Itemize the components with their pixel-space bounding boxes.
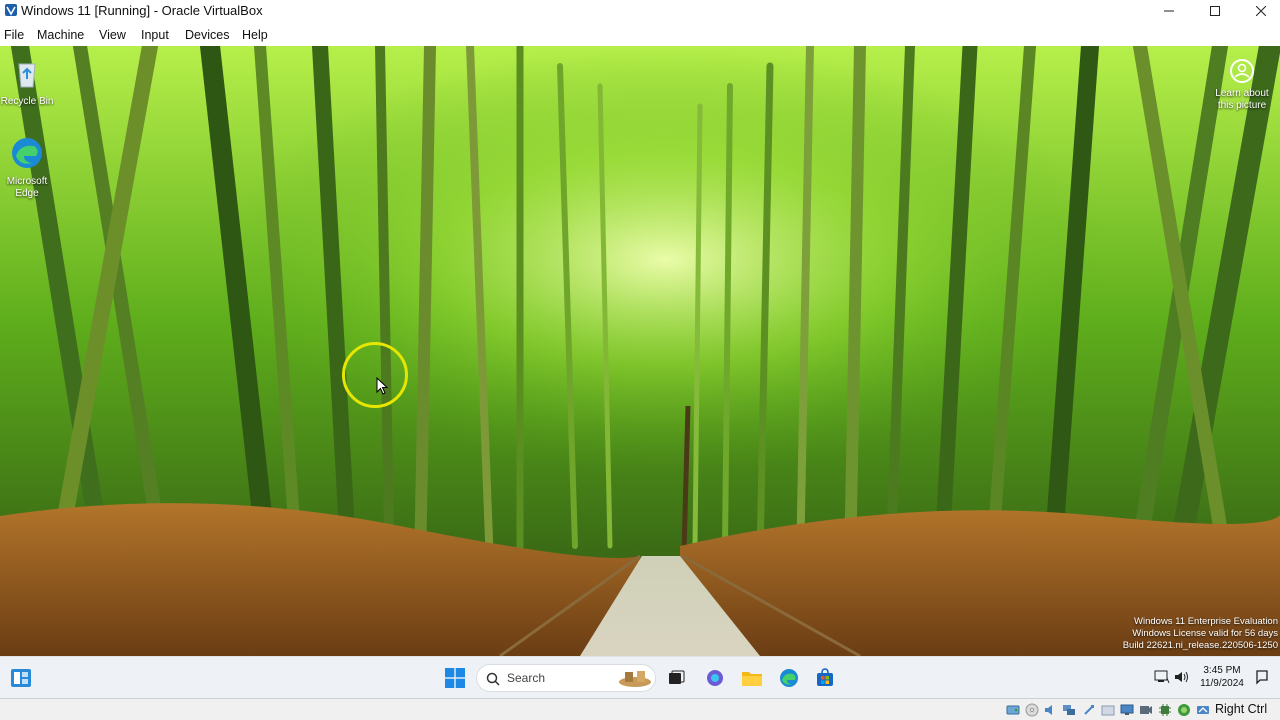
recycle-bin-icon — [18, 63, 36, 88]
vm-status-bar: Right Ctrl — [0, 698, 1280, 720]
window-titlebar: Windows 11 [Running] - Oracle VirtualBox — [0, 0, 1280, 22]
optical-drive-icon[interactable] — [1025, 703, 1039, 717]
menu-devices[interactable]: Devices — [185, 28, 229, 42]
task-view-button[interactable] — [664, 666, 688, 690]
clock-date: 11/9/2024 — [1200, 678, 1244, 689]
cursor-highlight — [342, 342, 408, 408]
menu-bar: File Machine View Input Devices Help — [0, 24, 1280, 46]
edge-icon — [12, 138, 42, 168]
learn-label: Learn about this picture — [1215, 88, 1269, 111]
volume-tray-icon[interactable] — [1174, 670, 1190, 684]
menu-view[interactable]: View — [99, 28, 126, 42]
guest-desktop[interactable]: Recycle Bin Microsoft Edge Learn about t… — [0, 46, 1280, 656]
watermark-line: Windows 11 Enterprise Evaluation — [1134, 616, 1278, 627]
copilot-button[interactable] — [703, 666, 727, 690]
watermark-line: Windows License valid for 56 days — [1132, 628, 1278, 639]
widgets-icon — [11, 669, 31, 687]
menu-input[interactable]: Input — [141, 28, 169, 42]
minimize-icon — [1164, 10, 1174, 12]
desktop-icon-label: Recycle Bin — [0, 96, 54, 107]
window-title: Windows 11 [Running] - Oracle VirtualBox — [21, 3, 263, 18]
start-button[interactable] — [443, 666, 467, 690]
watermark-line: Build 22621.ni_release.220506-1250 — [1122, 640, 1278, 651]
desktop-wallpaper — [0, 46, 1280, 656]
learn-about-picture[interactable]: Learn about this picture — [1210, 58, 1274, 112]
copilot-icon — [707, 670, 723, 686]
taskbar-search[interactable]: Search — [476, 664, 656, 692]
shared-folder-icon[interactable] — [1101, 703, 1115, 717]
recording-icon[interactable] — [1139, 703, 1153, 717]
mouse-pointer-icon — [376, 377, 388, 395]
clock-time: 3:45 PM — [1203, 665, 1241, 676]
camera-info-icon — [1230, 59, 1254, 83]
maximize-icon — [1210, 6, 1220, 16]
cpu-icon[interactable] — [1158, 703, 1172, 717]
minimize-button[interactable] — [1146, 0, 1192, 22]
network-icon[interactable] — [1062, 703, 1076, 717]
edge-taskbar-button[interactable] — [777, 666, 801, 690]
maximize-button[interactable] — [1192, 0, 1238, 22]
search-placeholder: Search — [507, 671, 546, 685]
keyboard-icon[interactable] — [1196, 703, 1210, 717]
virtualbox-icon — [5, 4, 17, 16]
desktop-icon-recycle-bin[interactable]: Recycle Bin — [0, 56, 54, 108]
taskbar-clock[interactable]: 3:45 PM 11/9/2024 — [1196, 664, 1248, 690]
file-explorer-button[interactable] — [740, 666, 764, 690]
hard-disk-icon[interactable] — [1006, 703, 1020, 717]
search-icon — [486, 672, 500, 686]
display-icon[interactable] — [1120, 703, 1134, 717]
menu-help[interactable]: Help — [242, 28, 268, 42]
usb-icon[interactable] — [1082, 703, 1096, 717]
task-view-icon — [669, 670, 685, 684]
start-icon — [445, 668, 465, 688]
store-button[interactable] — [813, 666, 837, 690]
close-icon — [1256, 6, 1266, 16]
file-explorer-icon — [742, 672, 762, 686]
notification-icon[interactable] — [1255, 669, 1269, 685]
edge-icon — [780, 669, 798, 687]
widgets-button[interactable] — [9, 666, 33, 690]
host-key-label: Right Ctrl — [1215, 702, 1268, 716]
store-icon — [817, 668, 833, 686]
menu-file[interactable]: File — [4, 28, 24, 42]
close-button[interactable] — [1238, 0, 1280, 22]
mouse-integration-icon[interactable] — [1177, 703, 1191, 717]
menu-machine[interactable]: Machine — [37, 28, 84, 42]
desktop-icon-edge[interactable]: Microsoft Edge — [0, 136, 54, 200]
network-tray-icon[interactable] — [1154, 670, 1170, 684]
audio-icon[interactable] — [1043, 703, 1057, 717]
taskbar: Search 3:45 PM 11/9/2024 — [0, 656, 1280, 699]
desktop-icon-label: Microsoft Edge — [6, 176, 48, 199]
search-highlight-icon — [619, 671, 651, 687]
evaluation-watermark: Windows 11 Enterprise Evaluation Windows… — [1123, 616, 1278, 652]
